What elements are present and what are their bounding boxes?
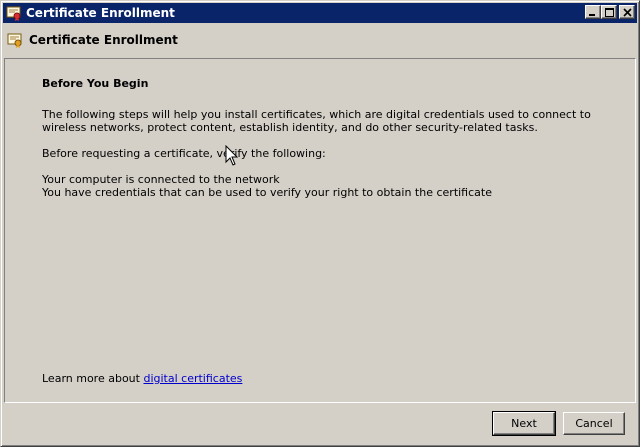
cancel-button[interactable]: Cancel [563,412,625,435]
intro-text: The following steps will help you instal… [42,108,591,134]
next-button[interactable]: Next [492,411,556,436]
maximize-icon [605,8,614,17]
list-item: You have credentials that can be used to… [42,186,492,199]
window-title: Certificate Enrollment [26,6,175,20]
page-heading: Before You Begin [42,77,149,90]
wizard-header: Certificate Enrollment [3,24,637,56]
list-item: Your computer is connected to the networ… [42,173,280,186]
wizard-page: Before You Begin The following steps wil… [4,58,636,403]
digital-certificates-link[interactable]: digital certificates [143,372,242,385]
learn-more: Learn more about digital certificates [42,372,242,385]
close-button[interactable] [619,5,635,19]
certificate-icon [6,5,22,21]
learn-more-label: Learn more about [42,372,144,385]
verify-text: Before requesting a certificate, verify … [42,147,326,160]
wizard-page-body: Before You Begin The following steps wil… [42,77,621,199]
certificate-icon [7,32,23,48]
certificate-enrollment-window: Certificate Enrollment Certificate Enrol… [0,0,640,447]
requirements-list: Your computer is connected to the networ… [42,173,621,199]
title-buttons [585,5,635,19]
minimize-button[interactable] [585,5,601,19]
close-icon [623,8,632,17]
maximize-button[interactable] [601,5,617,19]
minimize-icon [589,14,595,16]
title-bar[interactable]: Certificate Enrollment [3,3,637,23]
wizard-title: Certificate Enrollment [29,33,178,47]
